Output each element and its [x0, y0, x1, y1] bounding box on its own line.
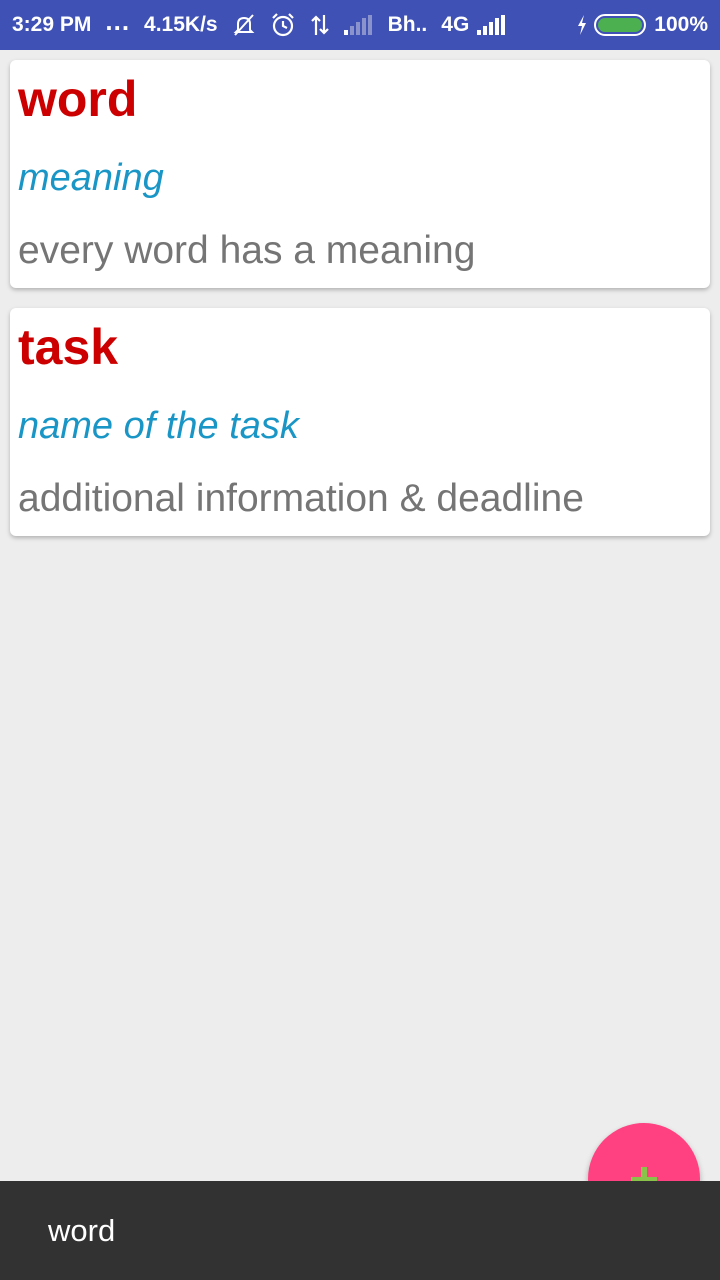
list-item[interactable]: task name of the task additional informa…	[10, 308, 710, 536]
status-network-speed: 4.15K/s	[144, 13, 218, 36]
status-carrier: Bh..	[387, 13, 428, 36]
card-description: every word has a meaning	[18, 229, 476, 272]
status-bar: 3:29 PM ... 4.15K/s Bh.. 4G 100%	[0, 0, 720, 50]
status-network-type: 4G	[441, 13, 470, 36]
snackbar-text: word	[48, 1212, 116, 1248]
list-item[interactable]: word meaning every word has a meaning	[10, 60, 710, 288]
card-subtitle: meaning	[18, 157, 164, 199]
snackbar: word	[0, 1181, 720, 1280]
signal-icon	[343, 15, 374, 35]
status-more-dots: ...	[105, 6, 131, 36]
card-title: task	[18, 319, 119, 375]
card-title: word	[18, 71, 138, 127]
card-subtitle: name of the task	[18, 405, 299, 447]
battery-icon	[594, 14, 647, 36]
charging-icon	[576, 15, 588, 35]
notifications-off-icon	[232, 13, 256, 37]
status-time: 3:29 PM	[12, 13, 92, 36]
battery-level-fill	[598, 18, 643, 32]
card-description: additional information & deadline	[18, 477, 584, 520]
signal-icon	[477, 15, 507, 35]
alarm-icon	[270, 12, 296, 38]
data-transfer-icon	[310, 13, 330, 37]
status-battery-percent: 100%	[654, 13, 708, 36]
